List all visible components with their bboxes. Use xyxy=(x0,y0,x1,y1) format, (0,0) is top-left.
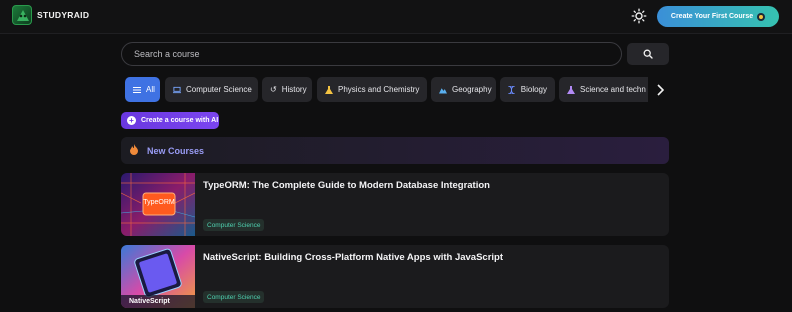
dna-icon xyxy=(508,85,516,94)
category-chip-history[interactable]: ↺ History xyxy=(262,77,312,102)
create-course-ai-label: Create a course with AI xyxy=(141,117,219,124)
category-label: Computer Science xyxy=(186,85,252,94)
studyraid-logo[interactable] xyxy=(12,5,32,25)
laptop-icon xyxy=(173,86,181,94)
thumbnail-label: NativeScript xyxy=(129,298,170,305)
fire-icon xyxy=(130,142,138,160)
category-label: Geography xyxy=(452,85,492,94)
course-card-nativescript[interactable]: NativeScript NativeScript: Building Cros… xyxy=(121,245,669,308)
create-first-course-label: Create Your First Course xyxy=(670,13,754,20)
category-chip-all[interactable]: All xyxy=(125,77,160,102)
course-title[interactable]: NativeScript: Building Cross-Platform Na… xyxy=(203,252,503,263)
category-chip-biology[interactable]: Biology xyxy=(500,77,555,102)
plus-icon: + xyxy=(127,116,136,125)
course-title[interactable]: TypeORM: The Complete Guide to Modern Da… xyxy=(203,180,490,191)
top-header: STUDYRAID Create Your First Course xyxy=(0,0,792,34)
category-chip-computer-science[interactable]: Computer Science xyxy=(165,77,258,102)
planet-icon xyxy=(757,12,766,21)
category-bar: All Computer Science ↺ History Physics a… xyxy=(125,77,648,102)
category-label: Science and techn xyxy=(580,85,646,94)
new-courses-section-header: New Courses xyxy=(121,137,669,164)
course-thumbnail: NativeScript xyxy=(121,245,195,308)
course-thumbnail: TypeORM xyxy=(121,173,195,236)
search-placeholder: Search a course xyxy=(134,49,200,59)
list-icon xyxy=(133,86,141,94)
category-chip-science-technology[interactable]: Science and techn xyxy=(559,77,648,102)
history-icon: ↺ xyxy=(270,84,277,94)
beaker-icon xyxy=(567,85,575,94)
course-card-typeorm[interactable]: TypeORM TypeORM: The Complete Guide to M… xyxy=(121,173,669,236)
category-label: Physics and Chemistry xyxy=(338,85,420,94)
categories-next-chevron-right-icon[interactable] xyxy=(654,83,666,97)
thumbnail-label: TypeORM xyxy=(143,199,175,206)
category-label: History xyxy=(281,85,307,94)
section-title: New Courses xyxy=(147,145,205,156)
theme-toggle-sun-icon[interactable] xyxy=(631,8,647,24)
category-chip-physics-chemistry[interactable]: Physics and Chemistry xyxy=(317,77,427,102)
category-label: All xyxy=(146,85,155,94)
course-category-badge: Computer Science xyxy=(203,291,265,303)
search-input[interactable]: Search a course xyxy=(121,42,622,66)
course-category-badge: Computer Science xyxy=(203,219,265,231)
flask-icon xyxy=(325,85,333,94)
search-button[interactable] xyxy=(627,43,669,65)
create-course-with-ai-button[interactable]: + Create a course with AI xyxy=(121,112,219,129)
create-first-course-button[interactable]: Create Your First Course xyxy=(657,6,779,27)
search-icon xyxy=(643,49,653,59)
category-chip-geography[interactable]: Geography xyxy=(431,77,496,102)
mountains-icon xyxy=(439,86,447,94)
category-label: Biology xyxy=(520,85,547,94)
brand-name: STUDYRAID xyxy=(37,10,90,20)
